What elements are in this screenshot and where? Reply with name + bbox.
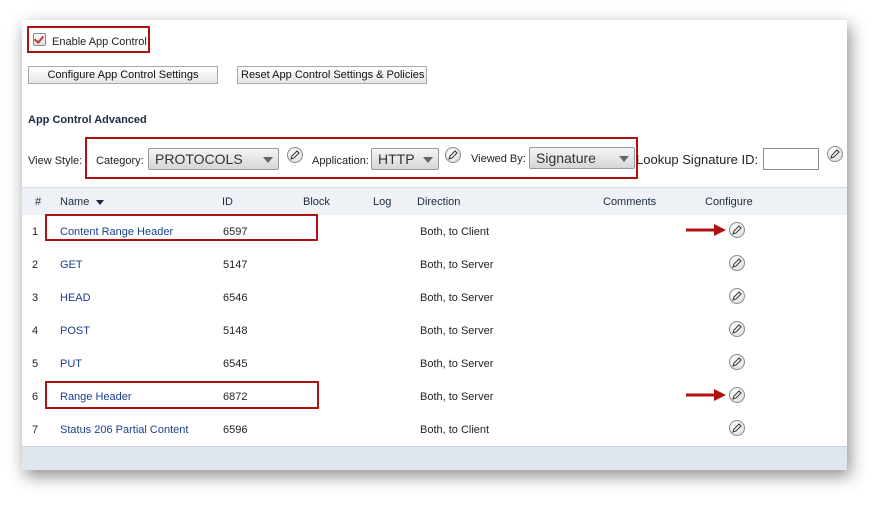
table-row: 7 Status 206 Partial Content 6596 Both, …: [22, 413, 847, 447]
chevron-down-icon: [619, 156, 629, 162]
row-direction: Both, to Server: [420, 292, 494, 304]
configure-edit-icon[interactable]: [729, 222, 745, 238]
arrow-right-icon: [686, 224, 726, 236]
header-log: Log: [373, 196, 392, 208]
viewed-by-label: Viewed By:: [471, 153, 526, 165]
category-select-value: PROTOCOLS: [155, 151, 243, 167]
application-select[interactable]: HTTP: [371, 148, 439, 170]
category-label: Category:: [96, 155, 144, 167]
configure-button-label: Configure App Control Settings: [47, 69, 199, 81]
configure-edit-icon[interactable]: [729, 354, 745, 370]
header-id: ID: [222, 196, 233, 208]
configure-edit-icon[interactable]: [729, 321, 745, 337]
section-title: App Control Advanced: [28, 114, 147, 126]
row-number: 3: [32, 292, 39, 304]
enable-app-control-checkbox[interactable]: [33, 33, 46, 46]
header-name-label: Name: [60, 196, 90, 208]
edit-application-icon[interactable]: [445, 147, 461, 163]
row-direction: Both, to Server: [420, 358, 494, 370]
reset-app-control-settings-button[interactable]: Reset App Control Settings & Policies: [237, 66, 427, 84]
app-control-panel: Enable App Control Configure App Control…: [22, 20, 847, 470]
row-number: 7: [32, 424, 39, 436]
row-number: 5: [32, 358, 39, 370]
configure-edit-icon[interactable]: [729, 255, 745, 271]
row-name-link[interactable]: Status 206 Partial Content: [60, 424, 188, 436]
table-row: 5 PUT 6545 Both, to Server: [22, 347, 847, 381]
row-id: 6545: [223, 358, 248, 370]
row-direction: Both, to Server: [420, 259, 494, 271]
table-header: # Name ID Block Log Direction Comments C…: [22, 187, 847, 217]
row-direction: Both, to Client: [420, 226, 490, 238]
row-name-link[interactable]: GET: [60, 259, 83, 271]
row-name-link[interactable]: PUT: [60, 358, 82, 370]
configure-edit-icon[interactable]: [729, 420, 745, 436]
category-select[interactable]: PROTOCOLS: [148, 148, 279, 170]
header-comments: Comments: [603, 196, 657, 208]
lookup-signature-input[interactable]: [763, 148, 819, 170]
chevron-down-icon: [263, 157, 273, 163]
configure-edit-icon[interactable]: [729, 387, 745, 403]
table-row: 4 POST 5148 Both, to Server: [22, 314, 847, 348]
chevron-down-icon: [423, 157, 433, 163]
lookup-signature-label: Lookup Signature ID:: [636, 152, 759, 167]
row-direction: Both, to Server: [420, 325, 494, 337]
header-number: #: [35, 196, 42, 208]
view-style-label: View Style:: [28, 155, 83, 167]
header-direction: Direction: [417, 196, 461, 208]
header-name[interactable]: Name: [60, 196, 105, 208]
row-1-highlight-box: [45, 214, 318, 241]
row-id: 6596: [223, 424, 248, 436]
viewed-by-select[interactable]: Signature: [529, 147, 635, 169]
sort-desc-icon: [96, 199, 105, 205]
row-name-link[interactable]: POST: [60, 325, 90, 337]
row-direction: Both, to Server: [420, 391, 494, 403]
header-block: Block: [303, 196, 330, 208]
reset-button-label: Reset App Control Settings & Policies: [241, 69, 425, 81]
header-configure: Configure: [705, 196, 753, 208]
row-name-link[interactable]: HEAD: [60, 292, 91, 304]
table-row: 2 GET 5147 Both, to Server: [22, 248, 847, 282]
row-id: 6546: [223, 292, 248, 304]
row-number: 4: [32, 325, 39, 337]
row-id: 5148: [223, 325, 248, 337]
row-number: 1: [32, 226, 39, 238]
edit-category-icon[interactable]: [287, 147, 303, 163]
arrow-right-icon: [686, 389, 726, 401]
configure-edit-icon[interactable]: [729, 288, 745, 304]
viewed-by-select-value: Signature: [536, 150, 596, 166]
configure-app-control-settings-button[interactable]: Configure App Control Settings: [28, 66, 218, 84]
enable-app-control-label: Enable App Control: [52, 36, 147, 48]
row-number: 6: [32, 391, 39, 403]
row-direction: Both, to Client: [420, 424, 490, 436]
row-id: 5147: [223, 259, 248, 271]
row-6-highlight-box: [45, 381, 319, 409]
lookup-edit-icon[interactable]: [827, 146, 843, 162]
application-select-value: HTTP: [378, 151, 415, 167]
application-label: Application:: [312, 155, 369, 167]
table-row: 3 HEAD 6546 Both, to Server: [22, 281, 847, 315]
row-number: 2: [32, 259, 39, 271]
table-footer-bar: [22, 446, 847, 470]
